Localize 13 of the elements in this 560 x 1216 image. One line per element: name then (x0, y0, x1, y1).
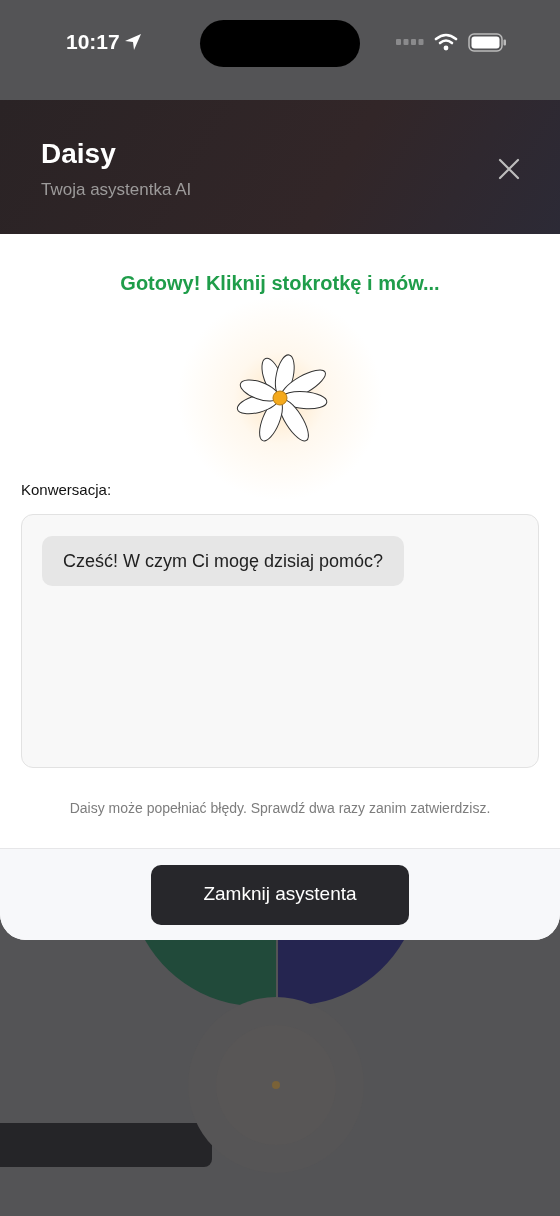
signal-icon (396, 39, 424, 45)
conversation-label: Konwersacja: (21, 480, 113, 500)
wifi-icon (434, 33, 458, 51)
battery-icon (468, 32, 507, 52)
close-assistant-button[interactable]: Zamknij asystenta (151, 864, 409, 925)
assistant-title: Daisy (41, 137, 117, 171)
status-time: 10:17 (66, 29, 120, 55)
status-message: Gotowy! Kliknij stokrotkę i mów... (119, 271, 441, 296)
assistant-message: Cześć! W czym Ci mogę dzisiaj pomóc? (42, 536, 405, 586)
location-arrow-icon (123, 33, 142, 51)
close-button[interactable] (498, 158, 520, 180)
disclaimer-text: Daisy może popełniać błędy. Sprawdź dwa razy zanim zatwierdzisz. (68, 799, 492, 818)
assistant-subtitle: Twoja asystentka AI (41, 179, 192, 201)
